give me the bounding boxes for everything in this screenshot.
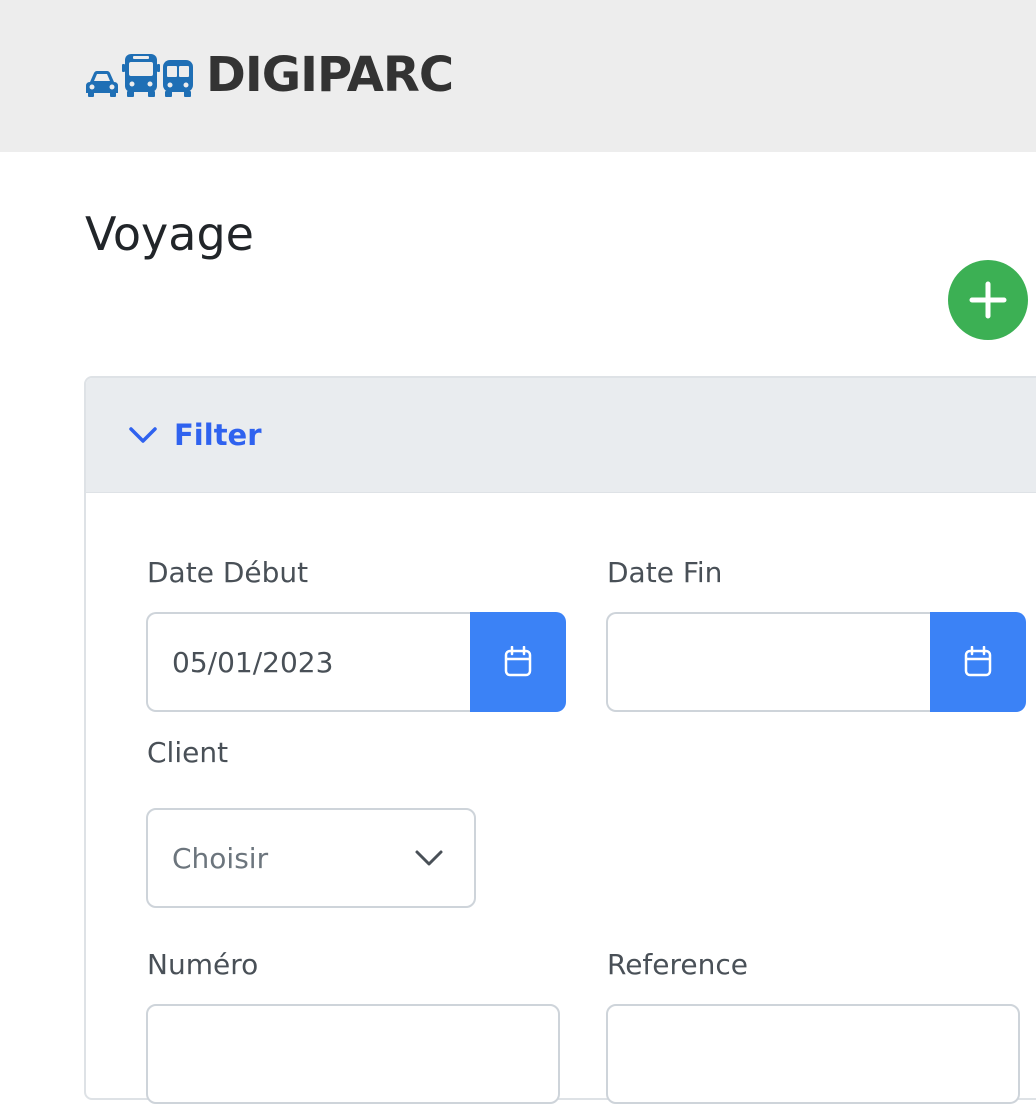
date-fin-calendar-button[interactable] — [930, 612, 1026, 712]
add-voyage-button[interactable] — [948, 260, 1028, 340]
logo-icons — [84, 52, 194, 98]
date-debut-calendar-button[interactable] — [470, 612, 566, 712]
brand-logo[interactable]: DIGIPARC — [84, 47, 454, 103]
brand-name: DIGIPARC — [206, 47, 454, 103]
date-fin-group — [606, 612, 1026, 712]
top-navbar: DIGIPARC — [0, 0, 1036, 152]
client-select[interactable]: Choisir — [146, 808, 476, 908]
date-fin-label: Date Fin — [607, 556, 723, 589]
filter-title: Filter — [174, 418, 262, 452]
train-icon — [163, 60, 193, 97]
calendar-icon — [504, 646, 532, 677]
chevron-down-icon — [129, 427, 157, 443]
client-selected-value: Choisir — [172, 841, 269, 875]
numero-label: Numéro — [147, 948, 259, 981]
calendar-icon — [964, 646, 992, 677]
reference-label: Reference — [607, 948, 748, 981]
page-title: Voyage — [85, 207, 254, 261]
bus-icon — [122, 54, 160, 97]
numero-input[interactable] — [146, 1004, 560, 1104]
plus-icon — [969, 281, 1007, 319]
date-fin-input[interactable] — [606, 612, 930, 712]
car-icon — [86, 71, 118, 97]
chevron-down-icon — [415, 850, 443, 866]
client-label: Client — [147, 736, 229, 769]
reference-input[interactable] — [606, 1004, 1020, 1104]
date-debut-input[interactable] — [146, 612, 470, 712]
filter-toggle[interactable]: Filter — [86, 378, 1036, 493]
date-debut-label: Date Début — [147, 556, 309, 589]
date-debut-group — [146, 612, 566, 712]
